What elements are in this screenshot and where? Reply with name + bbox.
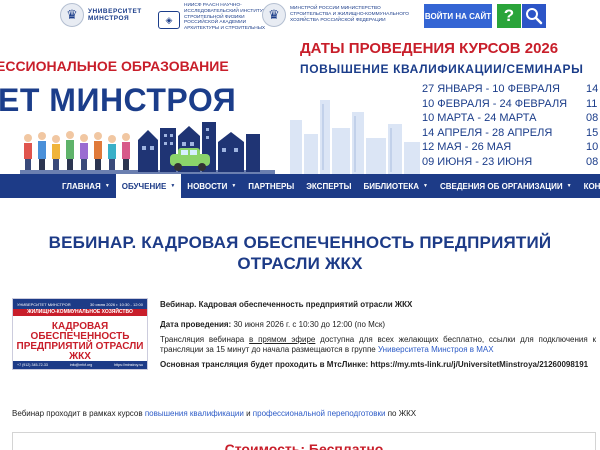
date-row: 12 МАЯ - 26 МАЯ 10 bbox=[422, 141, 599, 153]
chevron-down-icon: ▼ bbox=[423, 183, 428, 189]
nav-item-experts[interactable]: ЭКСПЕРТЫ bbox=[300, 174, 357, 198]
mts-link-url[interactable]: https://my.mts-link.ru/j/UniversitetMins… bbox=[370, 360, 588, 369]
banner-title: ЕТ МИНСТРОЯ bbox=[0, 82, 237, 118]
date-row: 09 ИЮНЯ - 23 ИЮНЯ 08 bbox=[422, 155, 599, 168]
courses-banner[interactable]: ЕССИОНАЛЬНОЕ ОБРАЗОВАНИЕ ЕТ МИНСТРОЯ ДАТ… bbox=[0, 30, 600, 174]
courses-note: Вебинар проходит в рамках курсов повышен… bbox=[12, 409, 417, 418]
search-button[interactable] bbox=[522, 4, 546, 28]
banner-subtitle: ЕССИОНАЛЬНОЕ ОБРАЗОВАНИЕ bbox=[0, 58, 229, 74]
logo-line-2: МИНСТРОЯ bbox=[88, 15, 130, 22]
chevron-down-icon: ▼ bbox=[231, 183, 237, 189]
retraining-link[interactable]: профессиональной переподготовки bbox=[253, 409, 386, 418]
webinar-stream-text: Трансляция вебинара в прямом эфире досту… bbox=[160, 335, 596, 354]
minstroy-logo-text: МИНСТРОЙ РОССИИ МИНИСТЕРСТВО СТРОИТЕЛЬСТ… bbox=[290, 6, 410, 23]
price-box: Стоимость: Бесплатно bbox=[12, 432, 596, 450]
date-row: 10 ФЕВРАЛЯ - 24 ФЕВРАЛЯ 11 bbox=[422, 97, 598, 110]
webinar-date: Дата проведения: 30 июня 2026 г. с 10:30… bbox=[160, 320, 386, 329]
chevron-down-icon: ▼ bbox=[566, 183, 572, 189]
chevron-down-icon: ▼ bbox=[104, 183, 110, 189]
nav-item-news[interactable]: НОВОСТИ ▼ bbox=[181, 174, 242, 198]
course-dates-list: 27 ЯНВАРЯ - 10 ФЕВРАЛЯ 14 10 ФЕВРАЛЯ - 24… bbox=[422, 82, 598, 169]
thumbnail-title: КАДРОВАЯ ОБЕСПЕЧЕННОСТЬ ПРЕДПРИЯТИЙ ОТРА… bbox=[16, 321, 144, 362]
thumbnail-band: ЖИЛИЩНО-КОММУНАЛЬНОЕ ХОЗЯЙСТВО bbox=[13, 309, 147, 316]
nav-item-education[interactable]: ОБУЧЕНИЕ ▼ bbox=[115, 174, 182, 198]
webinar-thumbnail[interactable]: УНИВЕРСИТЕТ МИНСТРОЯ 30 июня 2026 г. 10:… bbox=[12, 298, 148, 370]
minstroy-logo[interactable]: ♛ МИНСТРОЙ РОССИИ МИНИСТЕРСТВО СТРОИТЕЛЬ… bbox=[262, 3, 410, 27]
niisf-emblem-icon: ◈ bbox=[158, 11, 180, 30]
login-button[interactable]: ВОЙТИ НА САЙТ bbox=[424, 4, 492, 28]
webinar-info: Вебинар. Кадровая обеспеченность предпри… bbox=[160, 300, 596, 375]
date-row: 10 МАРТА - 24 МАРТА 08 bbox=[422, 112, 599, 124]
nav-item-contacts[interactable]: КОНТАКТЫ bbox=[578, 174, 600, 198]
webinar-basic-stream: Основная трансляция будет проходить в Мт… bbox=[160, 360, 589, 369]
banner-dates-subtitle: ПОВЫШЕНИЕ КВАЛИФИКАЦИИ/СЕМИНАРЫ bbox=[300, 62, 584, 76]
nav-item-library[interactable]: БИБЛИОТЕКА ▼ bbox=[357, 174, 433, 198]
date-row: 27 ЯНВАРЯ - 10 ФЕВРАЛЯ 14 bbox=[422, 83, 599, 95]
search-icon bbox=[526, 8, 543, 25]
logo-line-1: УНИВЕРСИТЕТ bbox=[88, 8, 142, 15]
nav-item-organization-info[interactable]: СВЕДЕНИЯ ОБ ОРГАНИЗАЦИИ ▼ bbox=[434, 174, 578, 198]
nav-item-partners[interactable]: ПАРТНЕРЫ bbox=[242, 174, 300, 198]
help-button[interactable]: ? bbox=[497, 4, 521, 28]
thumbnail-footer: +7 (912) 345-72-33 info@mfcf.org https:/… bbox=[13, 361, 147, 369]
page-title: ВЕБИНАР. КАДРОВАЯ ОБЕСПЕЧЕННОСТЬ ПРЕДПРИ… bbox=[48, 233, 552, 273]
thumbnail-header: УНИВЕРСИТЕТ МИНСТРОЯ 30 июня 2026 г. 10:… bbox=[13, 299, 147, 309]
university-logo[interactable]: ♛ УНИВЕРСИТЕТ МИНСТРОЯ bbox=[60, 3, 142, 27]
eagle-emblem-icon: ♛ bbox=[60, 3, 84, 27]
nav-item-home[interactable]: ГЛАВНАЯ ▼ bbox=[56, 174, 116, 198]
max-group-link[interactable]: Университета Минстроя в MAX bbox=[378, 345, 494, 354]
main-nav: ГЛАВНАЯ ▼ ОБУЧЕНИЕ ▼ НОВОСТИ ▼ ПАРТНЕРЫ ЭКС… bbox=[0, 174, 600, 198]
banner-dates-title: ДАТЫ ПРОВЕДЕНИЯ КУРСОВ 2026 bbox=[300, 40, 559, 57]
price-label: Стоимость: Бесплатно bbox=[224, 441, 384, 450]
date-row: 14 АПРЕЛЯ - 28 АПРЕЛЯ 15 bbox=[422, 126, 599, 139]
qualification-courses-link[interactable]: повышения квалификации bbox=[145, 409, 244, 418]
live-stream-link[interactable]: в прямом эфире bbox=[249, 335, 315, 344]
top-bar: ♛ УНИВЕРСИТЕТ МИНСТРОЯ ◈ НИИСФ РААСН НАУ… bbox=[0, 0, 600, 37]
city-skyline-illustration bbox=[290, 100, 420, 174]
eagle-emblem-icon: ♛ bbox=[262, 3, 286, 27]
chevron-down-icon: ▼ bbox=[170, 183, 176, 189]
people-and-town-illustration bbox=[20, 122, 275, 174]
webinar-heading: Вебинар. Кадровая обеспеченность предпри… bbox=[160, 300, 413, 309]
